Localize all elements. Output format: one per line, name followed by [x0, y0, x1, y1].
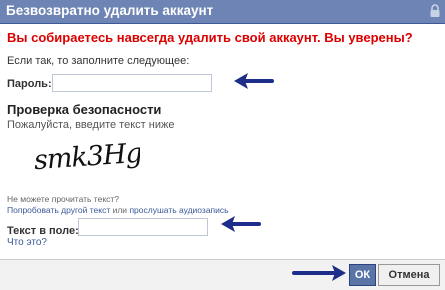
or-text: или [112, 205, 128, 215]
captcha-image: smk3Hg [33, 138, 140, 176]
captcha-text: smk3Hg [33, 138, 140, 176]
password-field[interactable] [52, 74, 212, 92]
instruction-text: Если так, то заполните следующее: [7, 55, 190, 67]
what-is-this-link[interactable]: Что это? [7, 237, 47, 248]
arrow-pointer-icon [292, 265, 346, 281]
password-label: Пароль: [7, 78, 52, 90]
arrow-pointer-icon [221, 216, 261, 232]
listen-audio-link[interactable]: прослушать аудиозапись [129, 205, 228, 215]
ok-button[interactable]: ОК [349, 264, 376, 286]
dialog-title: Безвозвратно удалить аккаунт [6, 3, 214, 18]
cant-read-link[interactable]: Не можете прочитать текст? [7, 194, 119, 204]
delete-warning: Вы собираетесь навсегда удалить свой акк… [7, 30, 413, 45]
captcha-field[interactable] [78, 218, 208, 236]
lock-icon [430, 4, 440, 17]
try-other-text-link[interactable]: Попробовать другой текст [7, 205, 110, 215]
captcha-field-label: Текст в поле: [7, 225, 79, 237]
dialog-title-bar: Безвозвратно удалить аккаунт [0, 0, 445, 24]
cancel-button[interactable]: Отмена [378, 264, 440, 286]
captcha-alternatives: Попробовать другой текст или прослушать … [7, 205, 229, 215]
dialog-footer: ОК Отмена [0, 259, 445, 290]
security-check-subtext: Пожалуйста, введите текст ниже [7, 119, 175, 131]
security-check-heading: Проверка безопасности [7, 102, 162, 117]
arrow-pointer-icon [234, 73, 274, 89]
